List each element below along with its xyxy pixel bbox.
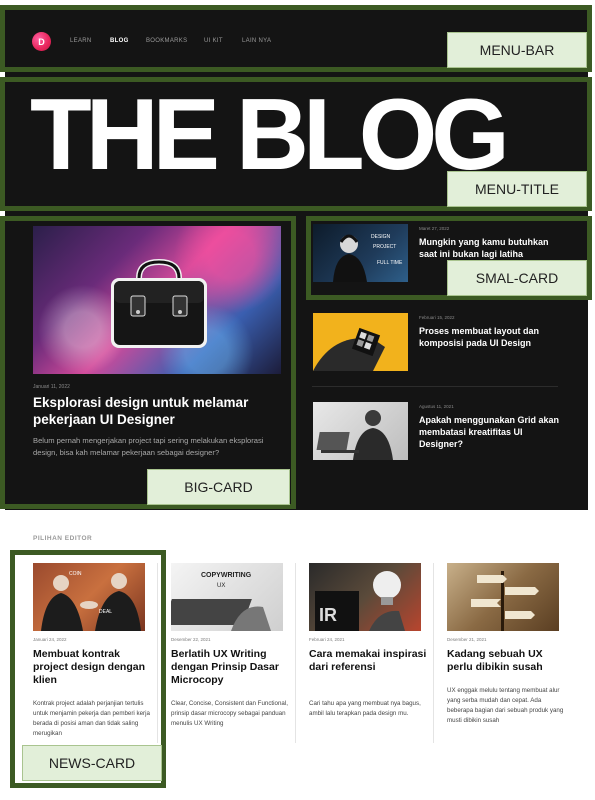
annotation-big-card-box <box>0 216 296 509</box>
annotation-menu-bar-label: MENU-BAR <box>447 32 587 68</box>
svg-text:UX: UX <box>217 583 225 589</box>
news-card-image[interactable] <box>447 563 559 631</box>
section-label-editor-picks: PILIHAN EDITOR <box>33 535 93 542</box>
hand-rubik-illustration <box>313 327 385 371</box>
svg-text:IR: IR <box>319 605 337 625</box>
lightbulb-illustration: IR <box>315 571 405 631</box>
small-card-image[interactable] <box>313 313 408 371</box>
small-card-title[interactable]: Apakah menggunakan Grid akan membatasi k… <box>419 414 561 450</box>
news-card-image[interactable]: COPYWRITING UX <box>171 563 283 631</box>
annotation-small-card-label: SMAL-CARD <box>447 260 587 296</box>
small-card-title[interactable]: Proses membuat layout dan komposisi pada… <box>419 325 561 349</box>
news-card-title[interactable]: Kadang sebuah UX perlu dibikin susah <box>447 648 567 674</box>
annotation-big-card-label: BIG-CARD <box>147 469 290 505</box>
news-card-date: Desember 22, 2021 <box>171 637 211 642</box>
svg-text:COPYWRITING: COPYWRITING <box>201 572 252 579</box>
small-card-date: Februari 15, 2022 <box>419 315 455 320</box>
news-card-title[interactable]: Berlatih UX Writing dengan Prinsip Dasar… <box>171 648 291 687</box>
signposts-illustration <box>471 571 539 631</box>
divider <box>312 386 558 387</box>
person-laptop-illustration <box>316 410 393 460</box>
laptop-typing-illustration: COPYWRITING UX <box>171 572 271 631</box>
news-card-image[interactable]: IR <box>309 563 421 631</box>
small-card-date: Agustus 11, 2021 <box>419 404 454 409</box>
annotation-news-card-label: NEWS-CARD <box>22 745 162 781</box>
divider <box>295 563 296 743</box>
small-card-image[interactable] <box>313 402 408 460</box>
news-card-desc: UX enggak melulu tentang membuat alur ya… <box>447 687 564 724</box>
news-card-desc: Cari tahu apa yang membuat nya bagus, am… <box>309 700 421 717</box>
divider <box>433 563 434 743</box>
news-card-date: Februari 24, 2021 <box>309 637 345 642</box>
annotation-menu-title-label: MENU-TITLE <box>447 171 587 207</box>
news-card-title[interactable]: Cara memakai inspirasi dari referensi <box>309 648 429 674</box>
news-card-date: Desember 21, 2021 <box>447 637 487 642</box>
news-card-desc: Clear, Concise, Consistent dan Functiona… <box>171 700 288 727</box>
